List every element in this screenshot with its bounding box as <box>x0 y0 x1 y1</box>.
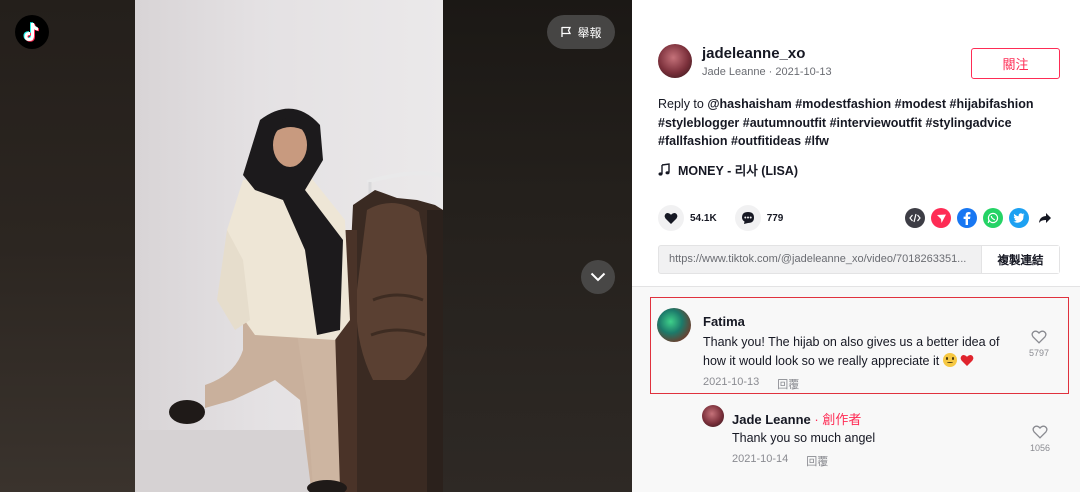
caption-prefix: Reply to <box>658 97 708 111</box>
share-options <box>905 208 1055 228</box>
comment-date: 2021-10-13 <box>703 376 760 388</box>
hashtag[interactable]: #modestfashion <box>795 97 891 111</box>
author-text: jadeleanne_xo Jade Leanne · 2021-10-13 <box>702 45 832 78</box>
comment-count: 779 <box>766 212 784 224</box>
caption-mention[interactable]: @hashaisham <box>707 97 791 111</box>
engagement-stats: 54.1K 779 <box>658 205 801 231</box>
hashtag[interactable]: #modest <box>895 97 946 111</box>
whatsapp-icon[interactable] <box>983 208 1003 228</box>
tiktok-note-icon <box>23 22 39 42</box>
copy-link-button[interactable]: 複製連結 <box>981 246 1059 273</box>
like-button[interactable] <box>658 205 684 231</box>
flag-icon <box>561 26 572 37</box>
creator-badge: · 創作者 <box>810 412 862 427</box>
hashtag[interactable]: #outfitideas <box>731 134 801 148</box>
hashtag[interactable]: #stylingadvice <box>925 116 1011 130</box>
reply-button[interactable]: 回覆 <box>777 376 799 392</box>
video-link-box: https://www.tiktok.com/@jadeleanne_xo/vi… <box>658 245 1060 274</box>
comment-text: Thank you! The hijab on also gives us a … <box>703 333 1023 370</box>
hashtag[interactable]: #autumnoutfit <box>743 116 826 130</box>
follow-button[interactable]: 關注 <box>971 48 1060 79</box>
red-heart-icon <box>960 354 974 366</box>
like-count: 54.1K <box>690 212 717 224</box>
reply-item: Jade Leanne · 創作者 Thank you so much ange… <box>632 399 1080 479</box>
share-arrow-icon[interactable] <box>1035 208 1055 228</box>
comment-list[interactable]: Fatima Thank you! The hijab on also give… <box>632 286 1080 492</box>
comment-item: Fatima Thank you! The hijab on also give… <box>650 297 1069 394</box>
commenter-avatar[interactable] <box>657 308 691 342</box>
send-icon[interactable] <box>931 208 951 228</box>
hashtag[interactable]: #lfw <box>805 134 829 148</box>
reply-author-avatar[interactable] <box>702 405 724 427</box>
worried-face-icon <box>942 352 957 367</box>
comment-meta: 2021-10-13 回覆 <box>703 376 799 392</box>
video-blur-background-left <box>0 0 135 492</box>
facebook-icon[interactable] <box>957 208 977 228</box>
author-name-date: Jade Leanne · 2021-10-13 <box>702 65 832 78</box>
heart-outline-icon <box>1031 330 1047 344</box>
reply-meta: 2021-10-14 回覆 <box>732 453 828 469</box>
hashtag[interactable]: #hijabifashion <box>950 97 1034 111</box>
comment-bubble-icon <box>741 212 754 224</box>
comment-like-count: 5797 <box>1029 348 1050 358</box>
video-still-image <box>135 108 443 492</box>
reply-button[interactable]: 回覆 <box>806 453 828 469</box>
report-button[interactable]: 舉報 <box>547 15 615 49</box>
author-handle[interactable]: jadeleanne_xo <box>702 45 832 62</box>
reply-text: Thank you so much angel <box>732 431 876 445</box>
music-note-icon <box>658 163 670 176</box>
music-link[interactable]: MONEY - 리사 (LISA) <box>658 160 798 179</box>
video-link-url[interactable]: https://www.tiktok.com/@jadeleanne_xo/vi… <box>659 246 981 273</box>
hashtag[interactable]: #fallfashion <box>658 134 727 148</box>
clothing-rack <box>335 171 443 492</box>
video-player[interactable]: 舉報 <box>0 0 632 492</box>
report-label: 舉報 <box>577 25 602 40</box>
reply-like-button[interactable]: 1056 <box>1030 425 1050 453</box>
author-avatar[interactable] <box>658 44 692 78</box>
commenter-name[interactable]: Fatima <box>703 314 745 329</box>
author-info: jadeleanne_xo Jade Leanne · 2021-10-13 <box>658 44 832 78</box>
comment-like-button[interactable]: 5797 <box>1029 330 1049 358</box>
next-video-button[interactable] <box>581 260 615 294</box>
video-info-panel: jadeleanne_xo Jade Leanne · 2021-10-13 關… <box>632 0 1080 492</box>
reply-like-count: 1056 <box>1030 443 1051 453</box>
reply-author-name[interactable]: Jade Leanne · 創作者 <box>732 409 861 428</box>
reply-date: 2021-10-14 <box>732 453 789 465</box>
video-blur-background-right <box>443 0 632 492</box>
reply-author: Jade Leanne <box>732 412 811 427</box>
embed-icon[interactable] <box>905 208 925 228</box>
heart-icon <box>664 212 678 224</box>
video-caption: Reply to @hashaisham #modestfashion #mod… <box>658 95 1058 151</box>
hashtag[interactable]: #styleblogger <box>658 116 739 130</box>
chevron-down-icon <box>590 272 606 282</box>
video-frame[interactable] <box>135 0 443 492</box>
twitter-icon[interactable] <box>1009 208 1029 228</box>
heart-outline-icon <box>1032 425 1048 439</box>
tiktok-video-page: 舉報 jadeleanne_xo Jade Leanne · 2021-10-1… <box>0 0 1080 492</box>
tiktok-logo[interactable] <box>15 15 49 49</box>
hashtag[interactable]: #interviewoutfit <box>830 116 922 130</box>
music-title: MONEY - 리사 (LISA) <box>678 164 798 178</box>
comment-button[interactable] <box>734 205 761 231</box>
